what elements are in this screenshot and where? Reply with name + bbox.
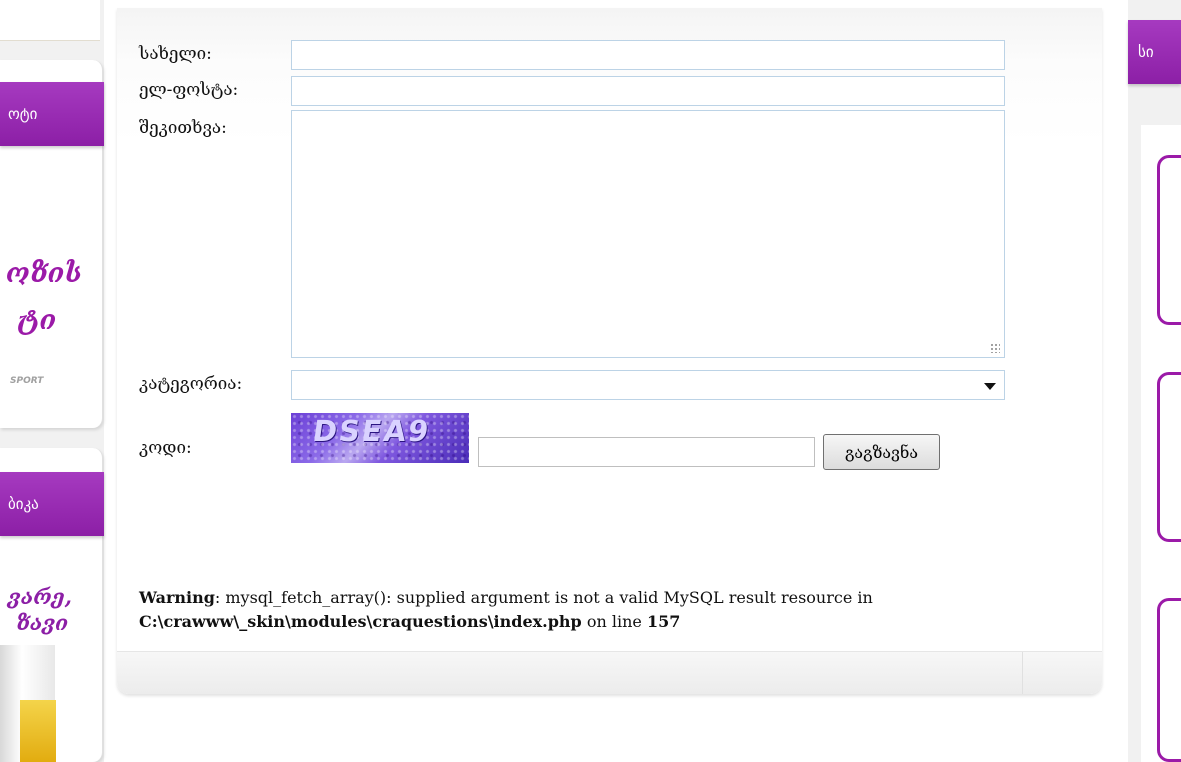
right-box-1[interactable] [1157,155,1181,325]
code-input[interactable] [478,437,815,467]
promo-1-line1[interactable]: ოზის [6,258,82,289]
warning-line-number: 157 [646,612,681,631]
footer-divider [1022,652,1023,694]
warning-message: : mysql_fetch_array(): supplied argument… [214,588,873,607]
book-image-cover [20,700,56,762]
question-label: შეკითხვა: [139,118,227,138]
warning-prefix: Warning [139,588,215,607]
name-label: სახელი: [139,44,212,64]
left-tab-2[interactable]: ბიკა [0,472,104,536]
question-form-panel: სახელი: ელ-ფოსტა: შეკითხვა: კატეგორია: კ… [117,8,1102,694]
left-sidebar: ოტი ოზის ტი SPORT ბიკა ვარე, ზავი [0,0,104,762]
promo-1-brand: SPORT [10,376,44,386]
panel-footer [117,651,1102,694]
question-textarea[interactable] [291,110,1005,358]
email-input[interactable] [291,76,1005,106]
right-tab-label: სი [1138,43,1154,61]
right-tab[interactable]: სი [1128,20,1181,84]
right-box-3[interactable] [1157,598,1181,762]
category-label: კატეგორია: [139,374,243,394]
captcha-image: DSEA9 [291,413,469,463]
promo-2-line2[interactable]: ზავი [16,610,68,635]
email-label: ელ-ფოსტა: [139,80,239,100]
resize-grip-icon[interactable] [990,343,1000,353]
captcha-text: DSEA9 [310,414,433,448]
left-tab-1-label: ოტი [8,105,38,123]
left-top-box [0,0,100,41]
warning-line-text: on line [581,612,647,631]
right-box-2[interactable] [1157,372,1181,542]
promo-1-line2[interactable]: ტი [18,305,56,336]
name-input[interactable] [291,40,1005,70]
category-select[interactable] [291,370,1005,400]
chevron-down-icon [984,383,996,390]
promo-2-line1[interactable]: ვარე, [8,584,72,609]
code-label: კოდი: [139,438,192,458]
left-tab-1[interactable]: ოტი [0,82,104,146]
left-tab-2-label: ბიკა [8,495,39,513]
php-warning: Warning: mysql_fetch_array(): supplied a… [139,586,1039,634]
send-button[interactable]: გაგზავნა [823,434,940,470]
warning-path: C:\crawww\_skin\modules\craquestions\ind… [139,612,582,631]
